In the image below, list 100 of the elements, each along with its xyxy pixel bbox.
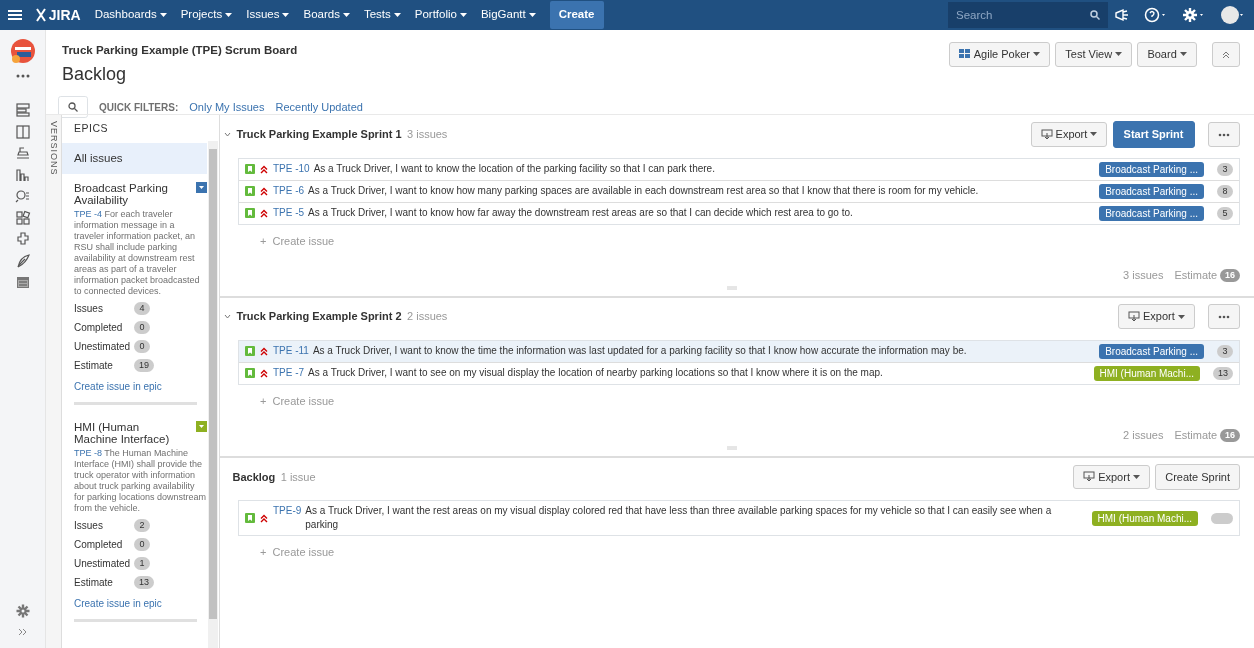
avatar-icon[interactable] [1220,5,1246,25]
chevron-down-icon[interactable] [223,131,231,137]
stat-count: 13 [134,576,154,589]
search-field[interactable]: Search [948,2,1108,28]
nav-menu[interactable]: Portfolio [414,6,467,24]
download-icon [1083,471,1096,483]
nav-menu[interactable]: Issues [246,6,290,24]
sprint-title: Truck Parking Example Sprint 2 [236,309,402,325]
start-sprint-button[interactable]: Start Sprint [1112,121,1195,148]
resize-handle-icon[interactable] [726,285,737,290]
menu-icon[interactable] [8,9,22,21]
download-icon [1040,128,1053,140]
export-button[interactable]: Export [1118,304,1195,329]
epic-label: Broadcast Parking ... [1099,161,1204,177]
issue-summary: As a Truck Driver, I want the rest areas on my visual display colored red that have less than three available parking spaces for my vehicle so that I can easily see when a parking [305,504,1053,532]
components-icon[interactable] [14,209,31,226]
story-icon [244,346,255,356]
issue-key-link[interactable]: TPE -4 [74,209,102,219]
quick-filter-link[interactable]: Only My Issues [189,99,265,116]
chevron-up-icon [1222,51,1230,60]
settings-icon[interactable] [1182,7,1206,23]
toolbar-button[interactable]: Board [1137,42,1197,67]
epic-dropdown-icon[interactable] [195,182,207,193]
caret-icon [1032,52,1040,57]
epic-name[interactable]: Broadcast Parking Availability [74,182,184,206]
issue-summary: As a Truck Driver, I want to see on my visual display the location of nearby parking locations so that I know where it is on the map. [308,366,884,380]
create-button[interactable]: Create [549,1,604,29]
export-button[interactable]: Export [1073,464,1150,489]
all-issues-item[interactable]: All issues [62,142,207,174]
megaphone-icon[interactable] [1114,8,1130,22]
priority-icon [259,208,268,218]
priority-icon [259,186,268,196]
stat-label: Issues [74,519,104,533]
issue-key-link[interactable]: TPE -10 [272,162,310,176]
issue-key-link[interactable]: TPE -11 [272,344,309,358]
issue-key-link[interactable]: TPE-9 [272,504,302,518]
issue-summary: As a Truck Driver, I want to know how many parking spaces are available in each downstream rest area so that I know that there is room for my vehicle. [308,184,980,198]
epic-name[interactable]: HMI (Human Machine Interface) [74,421,184,445]
reports-icon[interactable] [14,166,31,183]
issue-row[interactable]: TPE -11 As a Truck Driver, I want to know the time the information was last updated for a parking facility so that I know how accurate the information may be. Broadcast Parking ... 3 [238,340,1239,363]
more-icon[interactable] [15,74,30,78]
create-issue-in-epic-link[interactable]: Create issue in epic [74,596,207,611]
feather-icon[interactable] [14,252,31,269]
resize-handle-icon[interactable] [726,445,737,450]
versions-tab[interactable]: VERSIONS [46,115,62,648]
nav-menu[interactable]: Dashboards [94,6,167,24]
create-sprint-button[interactable]: Create Sprint [1155,463,1240,490]
cards-icon [959,49,971,60]
epic-label: HMI (Human Machi... [1093,365,1200,381]
stat-count: 4 [134,302,150,315]
epic-dropdown-icon[interactable] [195,421,207,432]
issue-row[interactable]: TPE -10 As a Truck Driver, I want to know the location of the parking facility so that I can park there. Broadcast Parking ... 3 [238,158,1239,181]
board-title: Truck Parking Example (TPE) Scrum Board [62,43,299,58]
help-icon[interactable] [1144,7,1168,23]
toolbar-button[interactable]: Agile Poker [949,42,1050,67]
logo-icon [36,8,46,22]
issue-key-link[interactable]: TPE -6 [272,184,305,198]
download-icon [1128,311,1141,322]
quick-filter-link[interactable]: Recently Updated [275,99,363,116]
sprint-title: Truck Parking Example Sprint 1 [236,127,402,142]
story-icon [244,164,255,174]
calendar-icon[interactable] [14,274,31,290]
issue-key-link[interactable]: TPE -5 [272,206,305,220]
issue-count: 3 issues [407,127,448,142]
stat-label: Unestimated [74,557,132,571]
nav-menu[interactable]: Boards [303,6,350,24]
board-icon[interactable] [14,123,31,140]
caret-icon [1114,52,1122,57]
more-icon [1218,315,1230,320]
settings-icon[interactable] [15,604,30,618]
export-button[interactable]: Export [1030,122,1108,147]
estimate-total: 16 [1220,428,1240,442]
issue-row[interactable]: TPE -6 As a Truck Driver, I want to know how many parking spaces are available in each downstream rest area so that I know that there is room for my vehicle. Broadcast Parking ... 8 [238,180,1239,203]
issue-summary: As a Truck Driver, I want to know the time the information was last updated for a parking facility so that I know how accurate the information may be. [312,344,968,358]
quick-filters-label: QUICK FILTERS: [99,100,179,115]
priority-icon [259,368,268,378]
search-list-icon[interactable] [14,188,31,204]
issue-key-link[interactable]: TPE -8 [74,448,102,458]
priority-icon [259,513,268,523]
stat-count: 1 [134,557,150,570]
issue-row[interactable]: TPE -7 As a Truck Driver, I want to see on my visual display the location of nearby parking locations so that I know where it is on the map. HMI (Human Machi... 13 [238,362,1239,384]
nav-menu[interactable]: BigGantt [480,6,536,24]
nav-menu[interactable]: Projects [180,6,233,24]
expand-icon[interactable] [17,628,28,636]
issue-count: 1 issue [280,469,316,485]
estimate-badge: 3 [1217,344,1233,358]
create-issue-in-epic-link[interactable]: Create issue in epic [74,379,207,394]
toolbar-button[interactable]: Test View [1055,42,1132,67]
stat-count: 2 [134,519,150,532]
nav-menu[interactable]: Tests [363,6,401,24]
issue-key-link[interactable]: TPE -7 [272,366,305,380]
stat-count: 19 [134,359,154,372]
estimate-badge: 3 [1217,162,1233,176]
issue-row[interactable]: TPE -5 As a Truck Driver, I want to know how far away the downstream rest areas are so that I can decide which rest area to go to. Broadcast Parking ... 5 [238,202,1239,224]
sprint-title: Backlog [232,469,276,485]
chevron-down-icon[interactable] [223,314,231,319]
caret-icon [342,13,350,17]
project-avatar-icon[interactable] [9,38,36,64]
backlog-icon[interactable] [14,102,31,118]
scrollbar[interactable] [207,141,218,648]
